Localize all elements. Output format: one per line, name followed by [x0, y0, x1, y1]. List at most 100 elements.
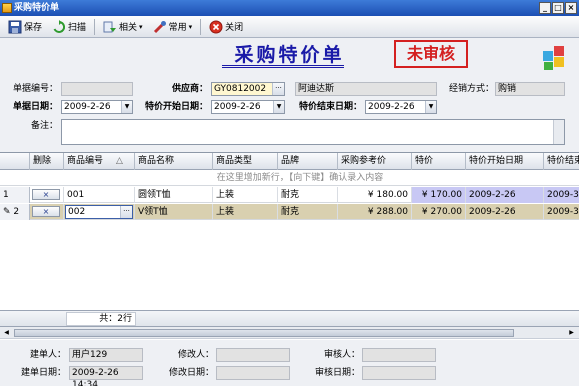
doc-no-field[interactable]: [61, 82, 133, 96]
cell-end-date[interactable]: 2009-3-: [544, 187, 579, 203]
review-date-label: 审核日期：: [314, 368, 360, 378]
reviewer-field: [362, 348, 436, 362]
cell-special-price[interactable]: ¥ 170.00: [412, 187, 466, 203]
doc-no-label: 单据编号：: [12, 84, 58, 94]
column-header-code[interactable]: 商品编号 △: [64, 153, 135, 170]
minimize-button[interactable]: _: [539, 2, 551, 14]
cell-start-date[interactable]: 2009-2-26: [466, 204, 544, 220]
save-label: 保存: [24, 23, 43, 33]
close-window-button[interactable]: ×: [565, 2, 577, 14]
grid-horizontal-scrollbar[interactable]: ◀ ▶: [0, 327, 579, 339]
remarks-scrollbar[interactable]: [553, 120, 564, 144]
delete-row-button[interactable]: ×: [32, 206, 60, 217]
cell-brand[interactable]: 耐克: [278, 204, 338, 220]
column-header-start-date[interactable]: 特价开始日期: [466, 153, 544, 170]
cell-end-date[interactable]: 2009-3-: [544, 204, 579, 220]
cell-type[interactable]: 上装: [213, 204, 278, 220]
supplier-code-field[interactable]: GY0812002 ···: [211, 82, 285, 96]
table-row[interactable]: ✎ 2 × 002 ··· V领T恤 上装 耐克 ¥ 288.00 ¥ 270.…: [0, 204, 579, 220]
status-stamp: 未审核: [394, 40, 468, 68]
title-underline: [222, 67, 344, 68]
product-lookup-button[interactable]: ···: [120, 206, 132, 218]
create-date-label: 建单日期：: [20, 368, 66, 378]
cell-name[interactable]: V领T恤: [135, 204, 213, 220]
save-button[interactable]: 保存: [4, 17, 46, 37]
cell-type[interactable]: 上装: [213, 187, 278, 203]
cell-brand[interactable]: 耐克: [278, 187, 338, 203]
doc-date-value: 2009-2-26: [64, 102, 111, 112]
review-date-field: [362, 366, 436, 380]
creator-field: 用户129: [69, 348, 143, 362]
row-header-corner: [0, 153, 30, 170]
scan-label: 扫描: [68, 23, 87, 33]
column-header-special-price[interactable]: 特价: [412, 153, 466, 170]
close-label: 关闭: [225, 23, 244, 33]
chevron-down-icon[interactable]: ▼: [273, 101, 284, 113]
cell-start-date[interactable]: 2009-2-26: [466, 187, 544, 203]
create-date-field: 2009-2-26 14:34: [69, 366, 143, 386]
remarks-label: 备注：: [30, 121, 58, 131]
modify-date-field: [216, 366, 290, 380]
cell-code-editor[interactable]: 002 ···: [65, 205, 133, 219]
related-menu-button[interactable]: 相关 ▾: [99, 17, 147, 37]
supplier-lookup-button[interactable]: ···: [272, 83, 284, 95]
chevron-down-icon[interactable]: ▼: [425, 101, 436, 113]
modifier-label: 修改人：: [177, 350, 214, 360]
table-row[interactable]: 1 × 001 圆领T恤 上装 耐克 ¥ 180.00 ¥ 170.00 200…: [0, 187, 579, 203]
column-header-type[interactable]: 商品类型: [213, 153, 278, 170]
refresh-icon: [52, 19, 66, 34]
toolbar-separator: [200, 18, 202, 35]
doc-date-label: 单据日期：: [12, 102, 58, 112]
column-header-ref-price[interactable]: 采购参考价: [338, 153, 412, 170]
supplier-label: 供应商：: [171, 84, 208, 94]
supplier-name-field: 阿迪达斯: [295, 82, 437, 96]
sales-mode-label: 经销方式：: [448, 84, 494, 94]
cell-code[interactable]: 002 ···: [64, 204, 135, 220]
related-label: 相关: [119, 23, 138, 33]
cell-code[interactable]: 001: [64, 187, 135, 203]
chevron-down-icon: ▾: [188, 22, 193, 31]
doc-date-field[interactable]: 2009-2-26 ▼: [61, 100, 133, 114]
common-menu-button[interactable]: 常用 ▾: [149, 17, 197, 37]
row-count: 共：2行: [66, 312, 136, 326]
end-date-field[interactable]: 2009-2-26 ▼: [365, 100, 437, 114]
creator-label: 建单人：: [29, 350, 66, 360]
document-header: 采购特价单 未审核: [0, 38, 579, 76]
cell-ref-price[interactable]: ¥ 180.00: [338, 187, 412, 203]
new-row-hint[interactable]: 在这里增加新行，【向下键】确认录入内容: [0, 170, 579, 186]
close-icon: [209, 20, 223, 34]
sales-mode-field[interactable]: 购销: [495, 82, 565, 96]
scrollbar-thumb[interactable]: [14, 329, 514, 337]
end-date-value: 2009-2-26: [368, 102, 415, 112]
chevron-down-icon[interactable]: ▼: [121, 101, 132, 113]
window-title: 采购特价单: [14, 3, 60, 13]
cell-ref-price[interactable]: ¥ 288.00: [338, 204, 412, 220]
remarks-field[interactable]: [61, 119, 565, 145]
cell-special-price[interactable]: ¥ 270.00: [412, 204, 466, 220]
toolbar: 保存 扫描 相关 ▾ 常用 ▾ 关闭: [0, 16, 579, 38]
delete-row-button[interactable]: ×: [32, 189, 60, 200]
column-header-brand[interactable]: 品牌: [278, 153, 338, 170]
column-header-end-date[interactable]: 特价结束: [544, 153, 579, 170]
scroll-left-icon[interactable]: ◀: [1, 328, 12, 338]
row-index: ✎ 2: [0, 204, 30, 220]
scroll-right-icon[interactable]: ▶: [566, 328, 577, 338]
maximize-button[interactable]: □: [552, 2, 564, 14]
column-header-delete[interactable]: 删除: [30, 153, 64, 170]
column-header-name[interactable]: 商品名称: [135, 153, 213, 170]
grid-footer: 共：2行: [0, 310, 579, 327]
cell-name[interactable]: 圆领T恤: [135, 187, 213, 203]
toolbar-separator: [94, 18, 96, 35]
tools-icon: [153, 20, 167, 34]
related-icon: [103, 20, 117, 34]
edit-pencil-icon: ✎: [3, 207, 11, 217]
scan-button[interactable]: 扫描: [48, 17, 90, 37]
sort-asc-icon: △: [116, 156, 123, 166]
delete-cell: ×: [30, 187, 64, 203]
close-button[interactable]: 关闭: [205, 17, 247, 37]
cell-code-value: 002: [68, 207, 86, 217]
start-date-field[interactable]: 2009-2-26 ▼: [211, 100, 285, 114]
cubes-icon: [543, 46, 564, 70]
chevron-down-icon: ▾: [139, 22, 143, 31]
modifier-field: [216, 348, 290, 362]
